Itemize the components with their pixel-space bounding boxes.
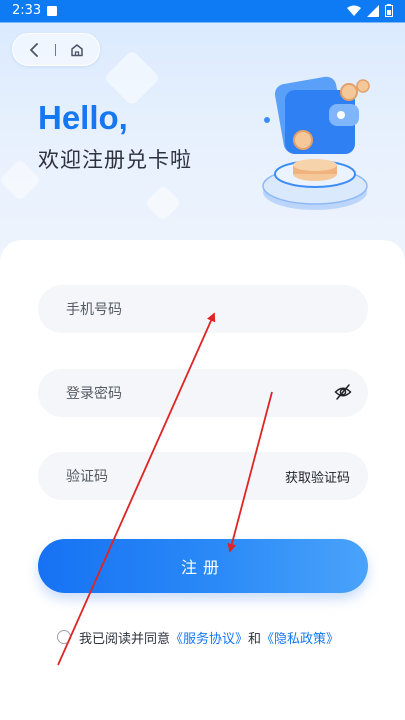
decorative-shape	[103, 49, 161, 107]
password-input[interactable]: 登录密码	[38, 369, 368, 417]
eye-off-icon[interactable]	[334, 383, 352, 401]
signal-icon	[367, 4, 379, 17]
code-placeholder: 验证码	[66, 469, 108, 485]
wifi-icon	[347, 5, 361, 16]
status-time: 2:33	[12, 3, 42, 18]
decorative-shape	[0, 158, 42, 202]
service-agreement-link[interactable]: 《服务协议》	[170, 628, 248, 647]
phone-placeholder: 手机号码	[66, 302, 122, 318]
verification-code-input[interactable]: 验证码 获取验证码	[38, 452, 368, 500]
back-icon	[30, 42, 38, 57]
get-code-button[interactable]: 获取验证码	[285, 467, 350, 486]
home-button[interactable]	[56, 34, 98, 65]
privacy-policy-link[interactable]: 《隐私政策》	[261, 628, 339, 647]
agreement-checkbox[interactable]	[57, 630, 71, 644]
agreement-row: 我已阅读并同意 《服务协议》 和 《隐私政策》	[57, 627, 339, 647]
home-icon	[71, 43, 83, 56]
battery-icon	[385, 4, 393, 17]
status-bar: 2:33	[0, 0, 405, 22]
status-icons	[347, 4, 393, 17]
back-button[interactable]	[13, 34, 55, 65]
agreement-joiner: 和	[248, 631, 262, 647]
page-subtitle: 欢迎注册兑卡啦	[38, 148, 192, 172]
notification-icon	[47, 6, 57, 16]
register-button[interactable]: 注册	[38, 539, 368, 593]
password-placeholder: 登录密码	[66, 386, 122, 402]
nav-pill	[12, 33, 100, 66]
agreement-text: 我已阅读并同意	[79, 631, 171, 647]
wallet-illustration	[262, 76, 370, 210]
decorative-shape	[144, 184, 182, 222]
page-title: Hello,	[38, 99, 128, 136]
phone-input[interactable]: 手机号码	[38, 285, 368, 333]
